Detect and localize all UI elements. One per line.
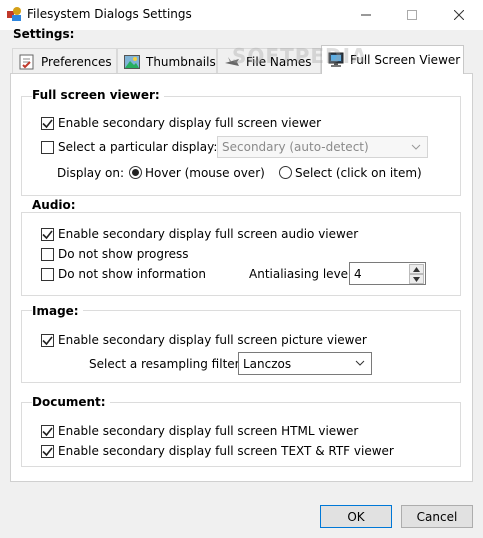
hover-radio[interactable] (129, 166, 142, 179)
check-icon (42, 119, 53, 129)
select-click-radio-label: Select (click on item) (295, 166, 422, 180)
enable-secondary-viewer-label: Enable secondary display full screen vie… (58, 116, 322, 130)
arrow-up-icon (413, 266, 420, 272)
checklist-icon (19, 54, 34, 69)
check-icon (42, 447, 53, 457)
enable-picture-viewer-label: Enable secondary display full screen pic… (58, 333, 367, 347)
display-select-value: Secondary (auto-detect) (222, 140, 369, 154)
display-on-label: Display on: (57, 166, 125, 180)
no-information-checkbox[interactable] (41, 268, 54, 281)
enable-secondary-viewer-checkbox[interactable] (41, 117, 54, 130)
settings-label: Settings: (13, 27, 75, 41)
antialiasing-label: Antialiasing level: (249, 267, 356, 281)
cancel-button-label: Cancel (416, 509, 458, 524)
resampling-filter-value: Lanczos (243, 356, 292, 371)
select-particular-display-label: Select a particular display: (58, 140, 218, 154)
display-select[interactable]: Secondary (auto-detect) (217, 136, 428, 158)
tab-panel: Full screen viewer: Enable secondary dis… (10, 73, 473, 482)
antialiasing-value: 4 (354, 267, 362, 281)
no-progress-checkbox[interactable] (41, 248, 54, 261)
group-title-audio: Audio: (32, 198, 80, 212)
no-information-label: Do not show information (58, 267, 206, 281)
arrow-down-icon (413, 276, 420, 282)
window-title: Filesystem Dialogs Settings (27, 7, 192, 21)
group-title-full-screen: Full screen viewer: (32, 88, 164, 102)
select-click-radio[interactable] (279, 166, 292, 179)
close-icon (454, 10, 464, 20)
picture-icon (124, 54, 140, 69)
ok-button[interactable]: OK (320, 505, 392, 528)
group-title-image: Image: (32, 304, 83, 318)
minimize-icon (361, 14, 371, 16)
check-icon (42, 230, 53, 240)
chevron-down-icon (411, 144, 421, 150)
enable-audio-viewer-label: Enable secondary display full screen aud… (58, 227, 359, 241)
check-icon (42, 336, 53, 346)
enable-text-rtf-viewer-checkbox[interactable] (41, 445, 54, 458)
maximize-button[interactable] (389, 0, 435, 30)
enable-audio-viewer-checkbox[interactable] (41, 228, 54, 241)
spin-up-button[interactable] (409, 264, 424, 274)
no-progress-label: Do not show progress (58, 247, 189, 261)
chevron-down-icon (355, 360, 365, 366)
enable-text-rtf-viewer-label: Enable secondary display full screen TEX… (58, 444, 394, 458)
tab-thumbnails-label: Thumbnails (146, 54, 216, 69)
close-button[interactable] (436, 0, 482, 30)
group-title-document: Document: (32, 395, 110, 409)
tab-thumbnails[interactable]: Thumbnails (117, 48, 217, 74)
maximize-icon (407, 10, 417, 20)
resampling-filter-select[interactable]: Lanczos (238, 352, 372, 375)
app-icon (6, 6, 22, 22)
check-icon (42, 427, 53, 437)
enable-html-viewer-label: Enable secondary display full screen HTM… (58, 424, 359, 438)
enable-picture-viewer-checkbox[interactable] (41, 334, 54, 347)
cancel-button[interactable]: Cancel (401, 505, 473, 528)
spin-down-button[interactable] (409, 274, 424, 284)
antialiasing-spinner[interactable]: 4 (349, 262, 426, 285)
minimize-button[interactable] (343, 0, 389, 30)
enable-html-viewer-checkbox[interactable] (41, 425, 54, 438)
ok-button-label: OK (347, 509, 365, 524)
resampling-filter-label: Select a resampling filter: (89, 357, 244, 371)
select-particular-display-checkbox[interactable] (41, 141, 54, 154)
watermark: SOFTPEDIA (232, 44, 368, 68)
tab-preferences[interactable]: Preferences (12, 48, 117, 74)
hover-radio-label: Hover (mouse over) (145, 166, 265, 180)
tab-preferences-label: Preferences (41, 54, 112, 69)
